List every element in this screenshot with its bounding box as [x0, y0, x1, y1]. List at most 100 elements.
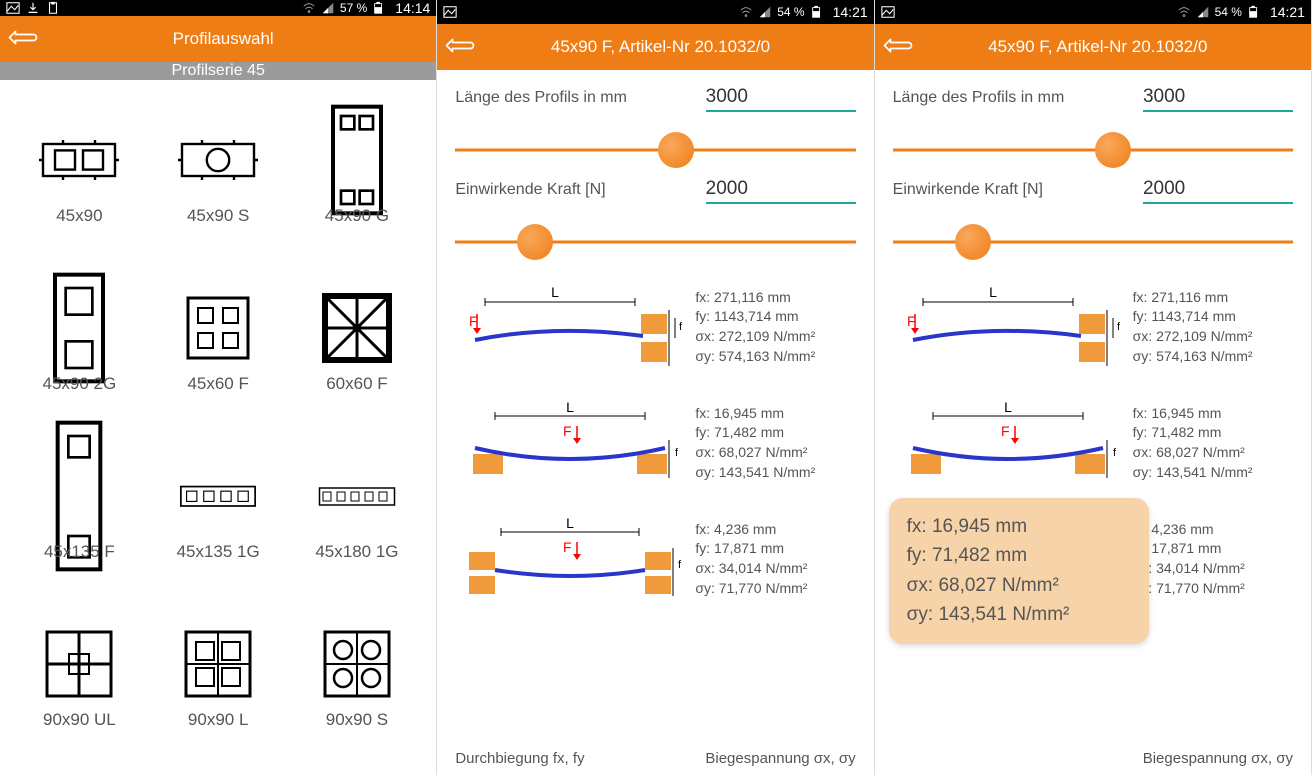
case-values: fx: 4,236 mm fy: 17,871 mm σx: 34,014 N/…	[1133, 520, 1245, 598]
battery-icon	[1247, 5, 1261, 19]
profile-item[interactable]: 45x60 F	[149, 262, 288, 430]
case-values: fx: 271,116 mm fy: 1143,714 mm σx: 272,1…	[1133, 288, 1253, 366]
profile-cross-section-icon	[39, 298, 119, 358]
length-slider[interactable]	[893, 128, 1293, 172]
svg-text:f: f	[1117, 321, 1121, 333]
screen-profile-selection: 57 % 14:14 Profilauswahl Profilserie 45 …	[0, 0, 437, 775]
app-header: 45x90 F, Artikel-Nr 20.1032/0	[875, 24, 1311, 70]
length-label: Länge des Profils in mm	[893, 89, 1065, 107]
length-input[interactable]: 3000	[706, 86, 856, 112]
profile-grid: 45x90 45x90 S 45x90 G 45x90 2G 45x60 F 60x60 …	[0, 80, 436, 780]
case-values: fx: 16,945 mm fy: 71,482 mm σx: 68,027 N…	[1133, 404, 1253, 482]
wifi-icon	[1177, 5, 1191, 19]
svg-text:F: F	[563, 539, 572, 555]
profile-cross-section-icon	[178, 130, 258, 190]
back-button[interactable]	[437, 24, 483, 70]
clock: 14:21	[833, 4, 868, 20]
profile-cross-section-icon	[39, 634, 119, 694]
case-simply-supported[interactable]: L F f fx: 16,945 mm fy: 71,482 mm σx: 68…	[893, 390, 1293, 496]
svg-text:f: f	[1113, 447, 1117, 459]
profile-item[interactable]: 90x90 UL	[10, 598, 149, 766]
calc-body: Länge des Profils in mm 3000 Einwirkende…	[437, 70, 873, 775]
profile-cross-section-icon	[178, 634, 258, 694]
beam-diagram-icon: L F f	[455, 516, 685, 602]
length-slider[interactable]	[455, 128, 855, 172]
case-cantilever[interactable]: L F f fx: 271,116 mm fy: 1143,714 mm σx:…	[893, 274, 1293, 380]
profile-cross-section-icon	[39, 130, 119, 190]
wifi-icon	[302, 1, 316, 15]
image-icon	[6, 1, 20, 15]
result-tooltip: fx: 16,945 mm fy: 71,482 mm σx: 68,027 N…	[889, 498, 1149, 644]
force-input[interactable]: 2000	[1143, 178, 1293, 204]
battery-text: 54 %	[1215, 5, 1242, 19]
svg-text:f: f	[675, 447, 679, 459]
svg-text:f: f	[679, 321, 683, 333]
profile-item[interactable]: 90x90 S	[288, 598, 427, 766]
beam-diagram-icon: L F f	[893, 400, 1123, 486]
profile-label: 60x60 F	[326, 374, 387, 394]
series-subheader: Profilserie 45	[0, 62, 436, 80]
profile-item[interactable]: 45x135 1G	[149, 430, 288, 598]
case-values: fx: 4,236 mm fy: 17,871 mm σx: 34,014 N/…	[695, 520, 807, 598]
beam-diagram-icon: L F f	[893, 284, 1123, 370]
calc-body: Länge des Profils in mm 3000 Einwirkende…	[875, 70, 1311, 775]
case-values: fx: 271,116 mm fy: 1143,714 mm σx: 272,1…	[695, 288, 815, 366]
profile-item[interactable]: 90x90 L	[149, 598, 288, 766]
signal-icon	[1196, 5, 1210, 19]
force-label: Einwirkende Kraft [N]	[455, 181, 605, 199]
profile-label: 45x90 G	[325, 206, 389, 226]
profile-cross-section-icon	[317, 466, 397, 526]
profile-cross-section-icon	[39, 466, 119, 526]
page-title: 45x90 F, Artikel-Nr 20.1032/0	[483, 37, 873, 57]
profile-item[interactable]: 45x90	[10, 94, 149, 262]
screen-calculator-tooltip: 54 % 14:21 45x90 F, Artikel-Nr 20.1032/0…	[875, 0, 1312, 775]
clock: 14:21	[1270, 4, 1305, 20]
battery-icon	[372, 1, 386, 15]
profile-cross-section-icon	[317, 130, 397, 190]
profile-item[interactable]: 45x90 G	[288, 94, 427, 262]
svg-text:F: F	[1001, 423, 1010, 439]
footer-stress-label: Biegespannung σx, σy	[1143, 750, 1293, 767]
image-icon	[443, 5, 457, 19]
wifi-icon	[739, 5, 753, 19]
length-input[interactable]: 3000	[1143, 86, 1293, 112]
svg-text:L: L	[566, 400, 574, 415]
force-slider[interactable]	[893, 220, 1293, 264]
case-values: fx: 16,945 mm fy: 71,482 mm σx: 68,027 N…	[695, 404, 815, 482]
svg-text:L: L	[989, 284, 997, 300]
svg-text:L: L	[551, 284, 559, 300]
case-fixed-fixed[interactable]: L F f fx: 4,236 mm fy: 17,871 mm σx: 34,…	[455, 506, 855, 612]
footer-deflection-label: Durchbiegung fx, fy	[455, 750, 584, 767]
profile-label: 90x90 S	[326, 710, 388, 730]
case-simply-supported[interactable]: L F f fx: 16,945 mm fy: 71,482 mm σx: 68…	[455, 390, 855, 496]
force-slider[interactable]	[455, 220, 855, 264]
force-input[interactable]: 2000	[706, 178, 856, 204]
back-button[interactable]	[0, 16, 46, 62]
signal-icon	[321, 1, 335, 15]
battery-icon	[810, 5, 824, 19]
case-cantilever[interactable]: L F f fx: 271,116 mm fy: 1143,714 mm σx:…	[455, 274, 855, 380]
battery-text: 54 %	[777, 5, 804, 19]
profile-label: 45x90	[56, 206, 102, 226]
profile-label: 90x90 L	[188, 710, 249, 730]
profile-label: 90x90 UL	[43, 710, 116, 730]
profile-item[interactable]: 45x180 1G	[288, 430, 427, 598]
status-bar: 54 % 14:21	[437, 0, 873, 24]
back-button[interactable]	[875, 24, 921, 70]
profile-label: 45x180 1G	[315, 542, 398, 562]
profile-label: 45x90 2G	[43, 374, 117, 394]
download-icon	[26, 1, 40, 15]
profile-cross-section-icon	[317, 298, 397, 358]
profile-item[interactable]: 45x90 2G	[10, 262, 149, 430]
status-bar: 54 % 14:21	[875, 0, 1311, 24]
svg-text:L: L	[1004, 400, 1012, 415]
app-header: 45x90 F, Artikel-Nr 20.1032/0	[437, 24, 873, 70]
svg-text:L: L	[566, 516, 574, 531]
profile-item[interactable]: 60x60 F	[288, 262, 427, 430]
signal-icon	[758, 5, 772, 19]
profile-item[interactable]: 45x90 S	[149, 94, 288, 262]
length-label: Länge des Profils in mm	[455, 89, 627, 107]
profile-item[interactable]: 45x135 F	[10, 430, 149, 598]
profile-label: 45x135 F	[44, 542, 115, 562]
profile-label: 45x135 1G	[177, 542, 260, 562]
